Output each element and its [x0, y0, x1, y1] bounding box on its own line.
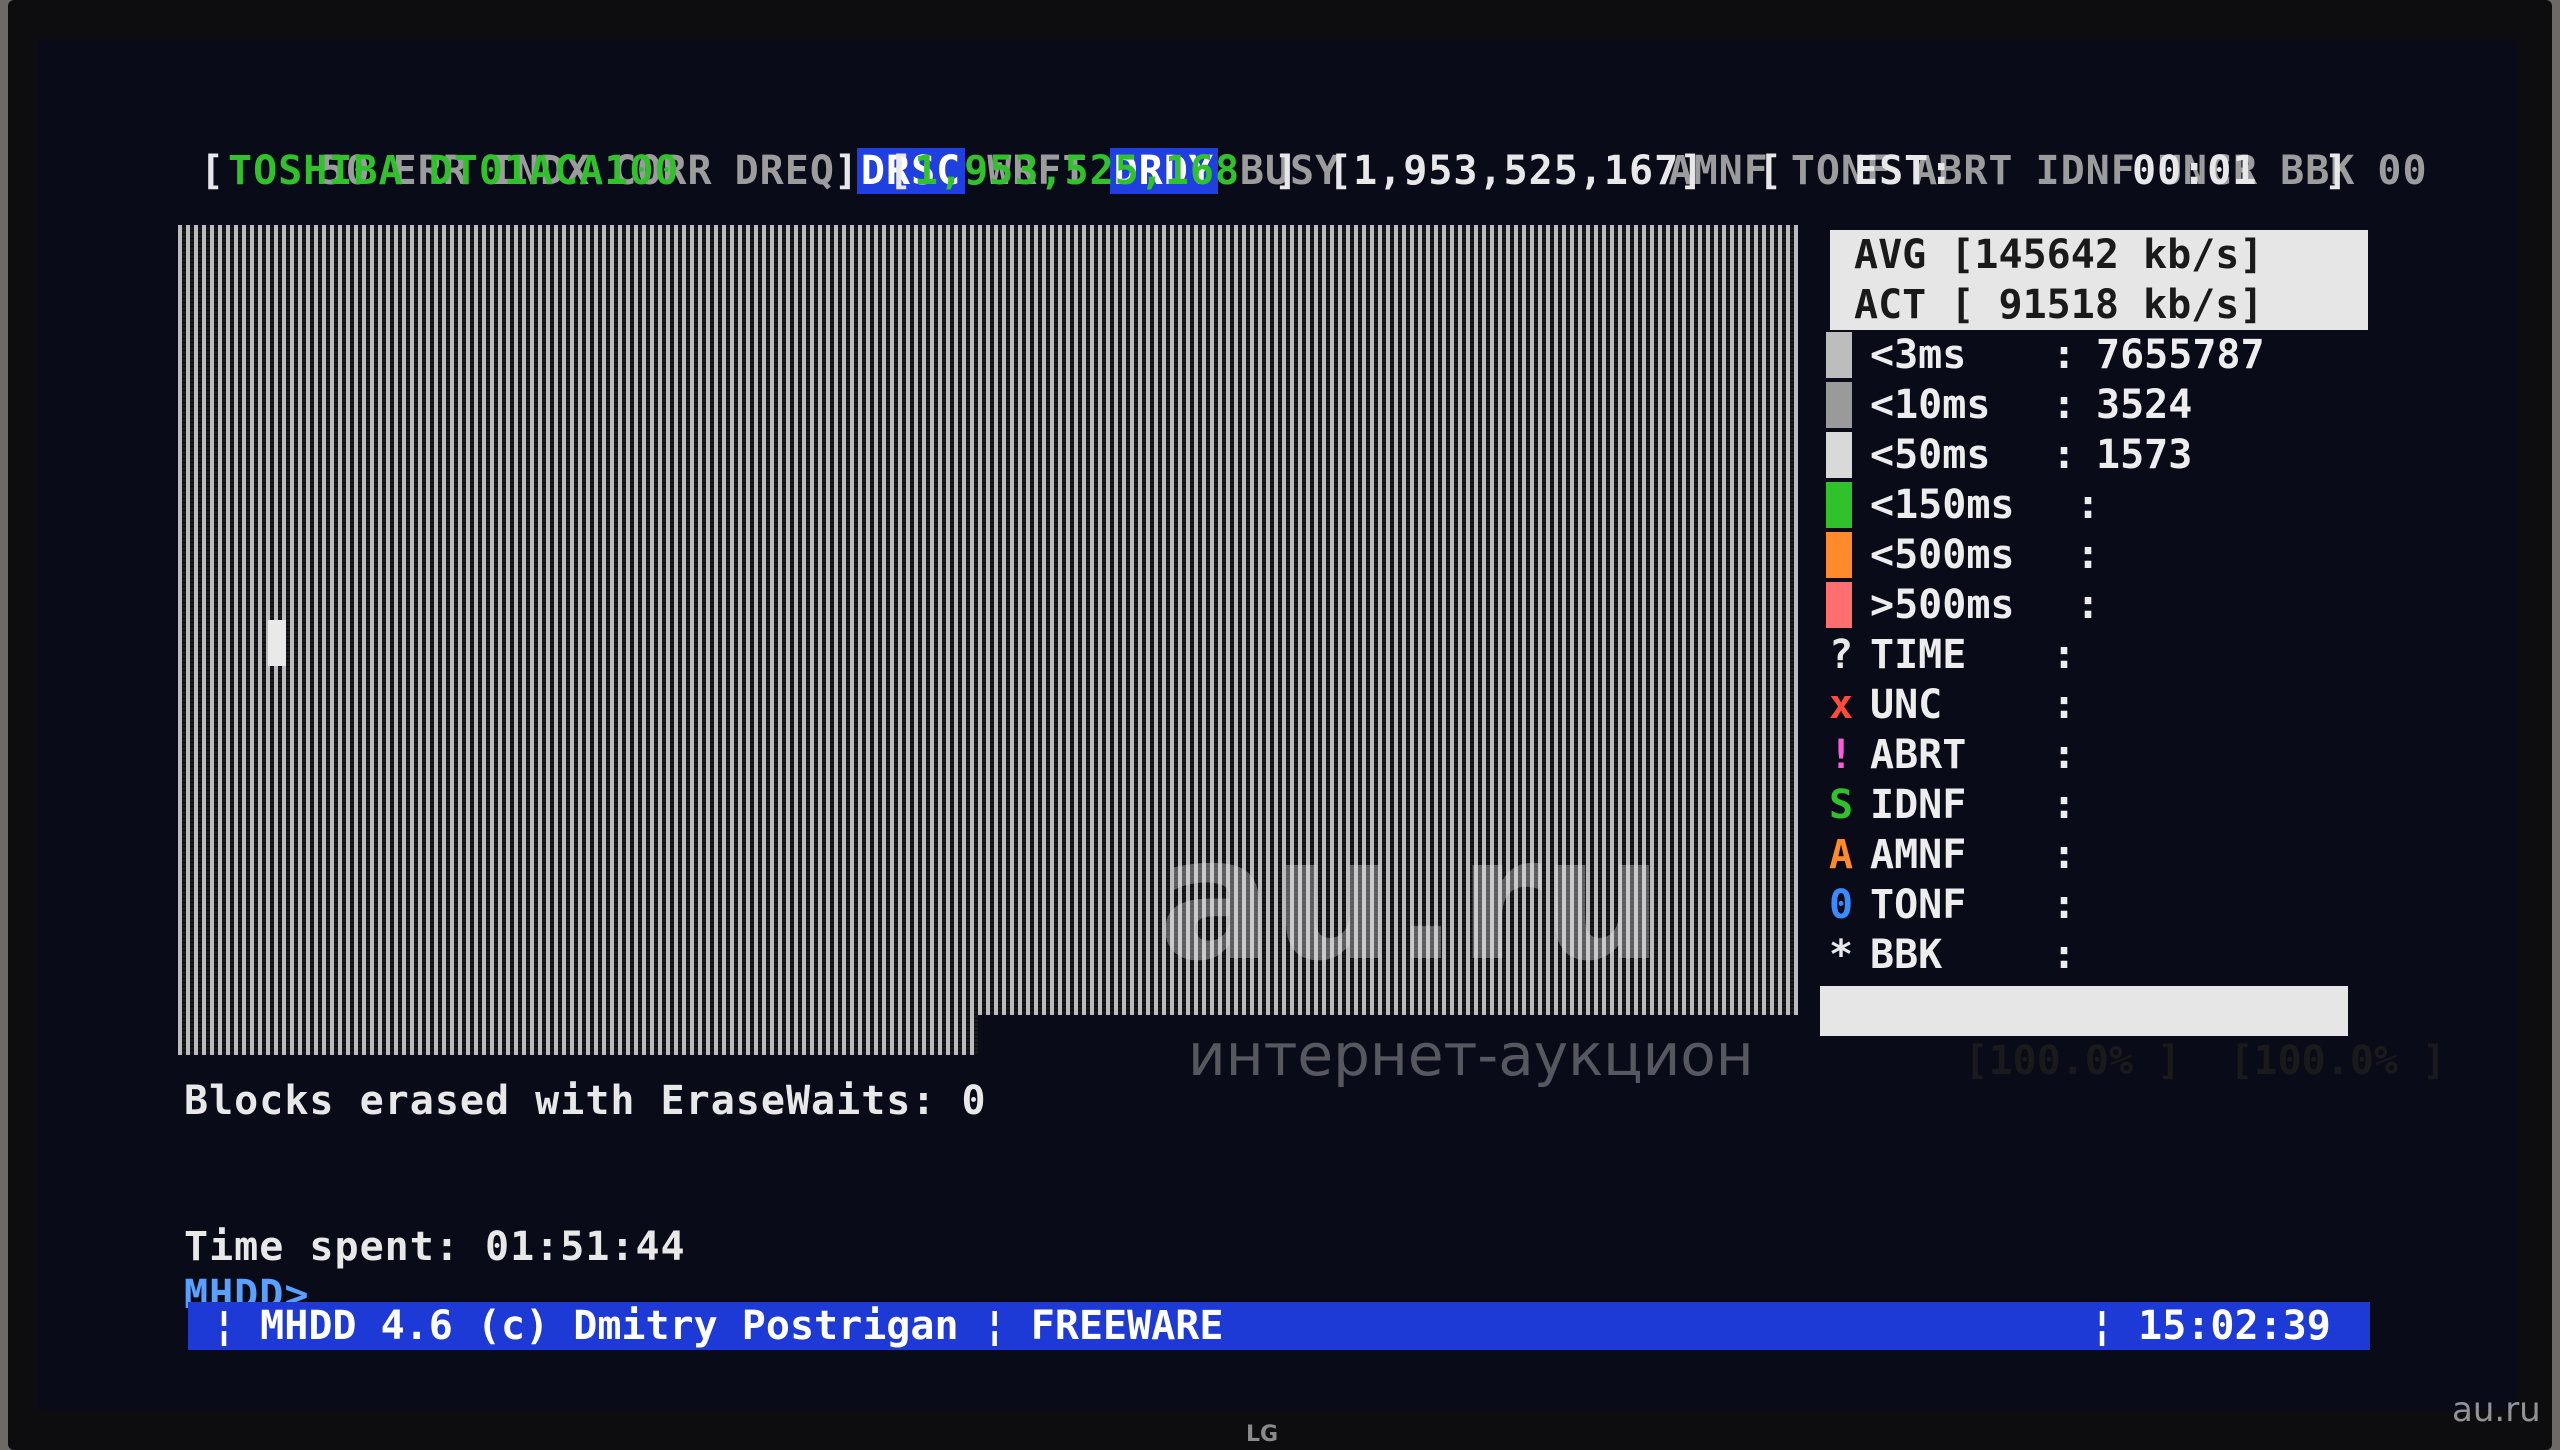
watermark-tagline: интернет-аукцион [1188, 1021, 1754, 1089]
error-sep: : [2052, 882, 2077, 928]
time-spent: Time spent: 01:51:44 [184, 1224, 686, 1270]
timing-sep: : [2076, 582, 2101, 628]
est-label: EST: [1854, 148, 1955, 194]
drive-model: TOSHIBA DT01ACA100 [228, 148, 680, 194]
lba-total-open: [ [888, 148, 914, 194]
error-label: ABRT [1870, 732, 1967, 778]
watermark-brand: au.ru [1158, 801, 1664, 999]
error-label: TIME [1870, 632, 1967, 678]
timing-count: 7655787 [2096, 332, 2265, 378]
swatch-over-500ms [1826, 582, 1852, 628]
error-label: TONF [1870, 882, 1967, 928]
error-label: IDNF [1870, 782, 1967, 828]
terminal-screen: 50 ERR INDX CORR DREQ DRSC WRFT DRDY BUSY AMNF TO… [38, 40, 2518, 1410]
swatch-10ms [1826, 382, 1852, 428]
bottom-bar-title: ¦ MHDD 4.6 (c) Dmitry Postrigan ¦ FREEWA… [212, 1303, 1224, 1349]
x-icon: x [1828, 682, 1854, 728]
asterisk-icon: * [1828, 932, 1854, 978]
timing-label: >500ms [1870, 582, 2015, 628]
error-label: UNC [1870, 682, 1943, 728]
a-icon: A [1828, 832, 1854, 878]
act-speed: ACT [ 91518 kb/s] [1830, 280, 2368, 330]
scan-cursor-block [268, 620, 286, 666]
est-close: ] [2324, 148, 2350, 194]
swatch-50ms [1826, 432, 1852, 478]
progress-left: [100.0% ] [1964, 1038, 2182, 1084]
error-sep: : [2052, 782, 2077, 828]
bit-00: 00 [2377, 148, 2428, 194]
lba-total: 1,953,525,168 [914, 148, 1241, 194]
timing-sep: : [2076, 532, 2101, 578]
s-icon: S [1828, 782, 1854, 828]
timing-sep: : [2052, 332, 2077, 378]
zero-icon: 0 [1828, 882, 1854, 928]
question-icon: ? [1828, 632, 1854, 678]
swatch-150ms [1826, 482, 1852, 528]
error-sep: : [2052, 832, 2077, 878]
bit-dreq: DREQ [734, 148, 835, 194]
drive-bracket-open: [ [200, 148, 226, 194]
timing-sep: : [2052, 382, 2077, 428]
error-label: BBK [1870, 932, 1943, 978]
timing-count: 1573 [2096, 432, 2193, 478]
erase-message: Blocks erased with EraseWaits: 0 [184, 1078, 987, 1124]
lba-total-close: ] [1274, 148, 1300, 194]
error-sep: : [2052, 632, 2077, 678]
timing-label: <500ms [1870, 532, 2015, 578]
avg-speed: AVG [145642 kb/s] [1830, 230, 2368, 280]
timing-label: <10ms [1870, 382, 1991, 428]
bottom-bar-clock: ¦ 15:02:39 [2090, 1303, 2331, 1349]
tv-brand-logo: LG [1246, 1422, 1279, 1447]
monitor-bezel: 50 ERR INDX CORR DREQ DRSC WRFT DRDY BUSY AMNF TO… [8, 0, 2552, 1450]
exclamation-icon: ! [1828, 732, 1854, 778]
est-open: [ [1758, 148, 1784, 194]
timing-sep: : [2052, 432, 2077, 478]
corner-watermark: au.ru [2452, 1390, 2541, 1430]
swatch-500ms [1826, 532, 1852, 578]
drive-bracket-close: ] [834, 148, 860, 194]
lba-current: [1,953,525,167] [1328, 148, 1705, 194]
swatch-3ms [1826, 332, 1852, 378]
error-sep: : [2052, 932, 2077, 978]
bottom-status-bar: ¦ MHDD 4.6 (c) Dmitry Postrigan ¦ FREEWA… [188, 1302, 2370, 1350]
timing-label: <50ms [1870, 432, 1991, 478]
timing-sep: : [2076, 482, 2101, 528]
error-label: AMNF [1870, 832, 1967, 878]
progress-right: [100.0% ] [2229, 1038, 2447, 1084]
progress-panel: [100.0% ] [100.0% ] [1820, 986, 2446, 1084]
est-value: 00:01 [2132, 148, 2258, 194]
timing-label: <3ms [1870, 332, 1967, 378]
timing-label: <150ms [1870, 482, 2015, 528]
bit-idnf: IDNF [2035, 148, 2136, 194]
error-sep: : [2052, 732, 2077, 778]
error-sep: : [2052, 682, 2077, 728]
timing-count: 3524 [2096, 382, 2193, 428]
